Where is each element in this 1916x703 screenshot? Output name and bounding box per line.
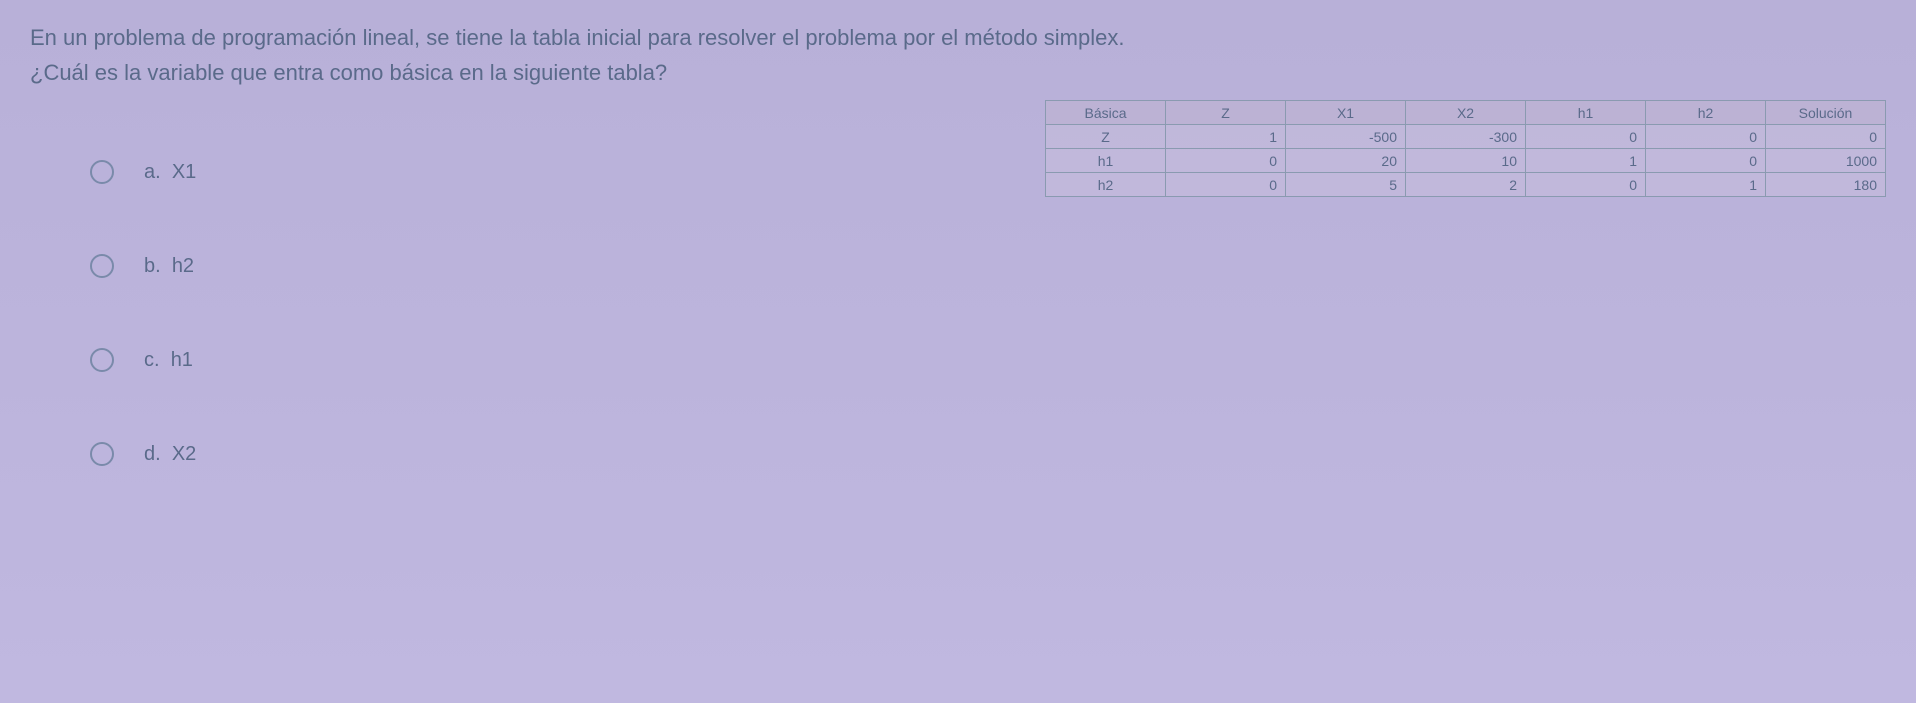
table-cell: 20 — [1286, 149, 1406, 173]
table-cell: -300 — [1406, 125, 1526, 149]
table-cell: 1000 — [1766, 149, 1886, 173]
table-row: Z 1 -500 -300 0 0 0 — [1046, 125, 1886, 149]
table-header: X2 — [1406, 101, 1526, 125]
simplex-table: Básica Z X1 X2 h1 h2 Solución Z 1 -500 -… — [1045, 100, 1886, 197]
table-header: Z — [1166, 101, 1286, 125]
table-cell: 0 — [1166, 173, 1286, 197]
option-d[interactable]: d. X2 — [90, 442, 1886, 466]
option-c[interactable]: c. h1 — [90, 348, 1886, 372]
table-header: Básica — [1046, 101, 1166, 125]
table-cell: 0 — [1526, 125, 1646, 149]
table-cell: 0 — [1766, 125, 1886, 149]
option-b-label: b. h2 — [144, 255, 194, 278]
option-c-label: c. h1 — [144, 349, 193, 372]
table-header: h2 — [1646, 101, 1766, 125]
radio-icon — [90, 254, 114, 278]
option-a-label: a. X1 — [144, 161, 196, 184]
option-b[interactable]: b. h2 — [90, 254, 1886, 278]
question-line-2: ¿Cuál es la variable que entra como bási… — [30, 60, 667, 85]
table-cell: 0 — [1526, 173, 1646, 197]
table-cell: 0 — [1646, 149, 1766, 173]
table-header-row: Básica Z X1 X2 h1 h2 Solución — [1046, 101, 1886, 125]
table-header: h1 — [1526, 101, 1646, 125]
table-cell: 5 — [1286, 173, 1406, 197]
table-header: X1 — [1286, 101, 1406, 125]
table-cell: 10 — [1406, 149, 1526, 173]
table-cell: 1 — [1166, 125, 1286, 149]
radio-icon — [90, 348, 114, 372]
question-prompt: En un problema de programación lineal, s… — [30, 20, 1886, 90]
table-cell: 1 — [1526, 149, 1646, 173]
table-cell: 1 — [1646, 173, 1766, 197]
table-header: Solución — [1766, 101, 1886, 125]
table-cell: -500 — [1286, 125, 1406, 149]
table-cell: 180 — [1766, 173, 1886, 197]
table-cell: 0 — [1646, 125, 1766, 149]
radio-icon — [90, 442, 114, 466]
table-cell: 2 — [1406, 173, 1526, 197]
table-cell: h1 — [1046, 149, 1166, 173]
table-row: h1 0 20 10 1 0 1000 — [1046, 149, 1886, 173]
option-d-label: d. X2 — [144, 443, 196, 466]
table-cell: Z — [1046, 125, 1166, 149]
table-cell: h2 — [1046, 173, 1166, 197]
table-cell: 0 — [1166, 149, 1286, 173]
radio-icon — [90, 160, 114, 184]
table-row: h2 0 5 2 0 1 180 — [1046, 173, 1886, 197]
question-line-1: En un problema de programación lineal, s… — [30, 25, 1124, 50]
